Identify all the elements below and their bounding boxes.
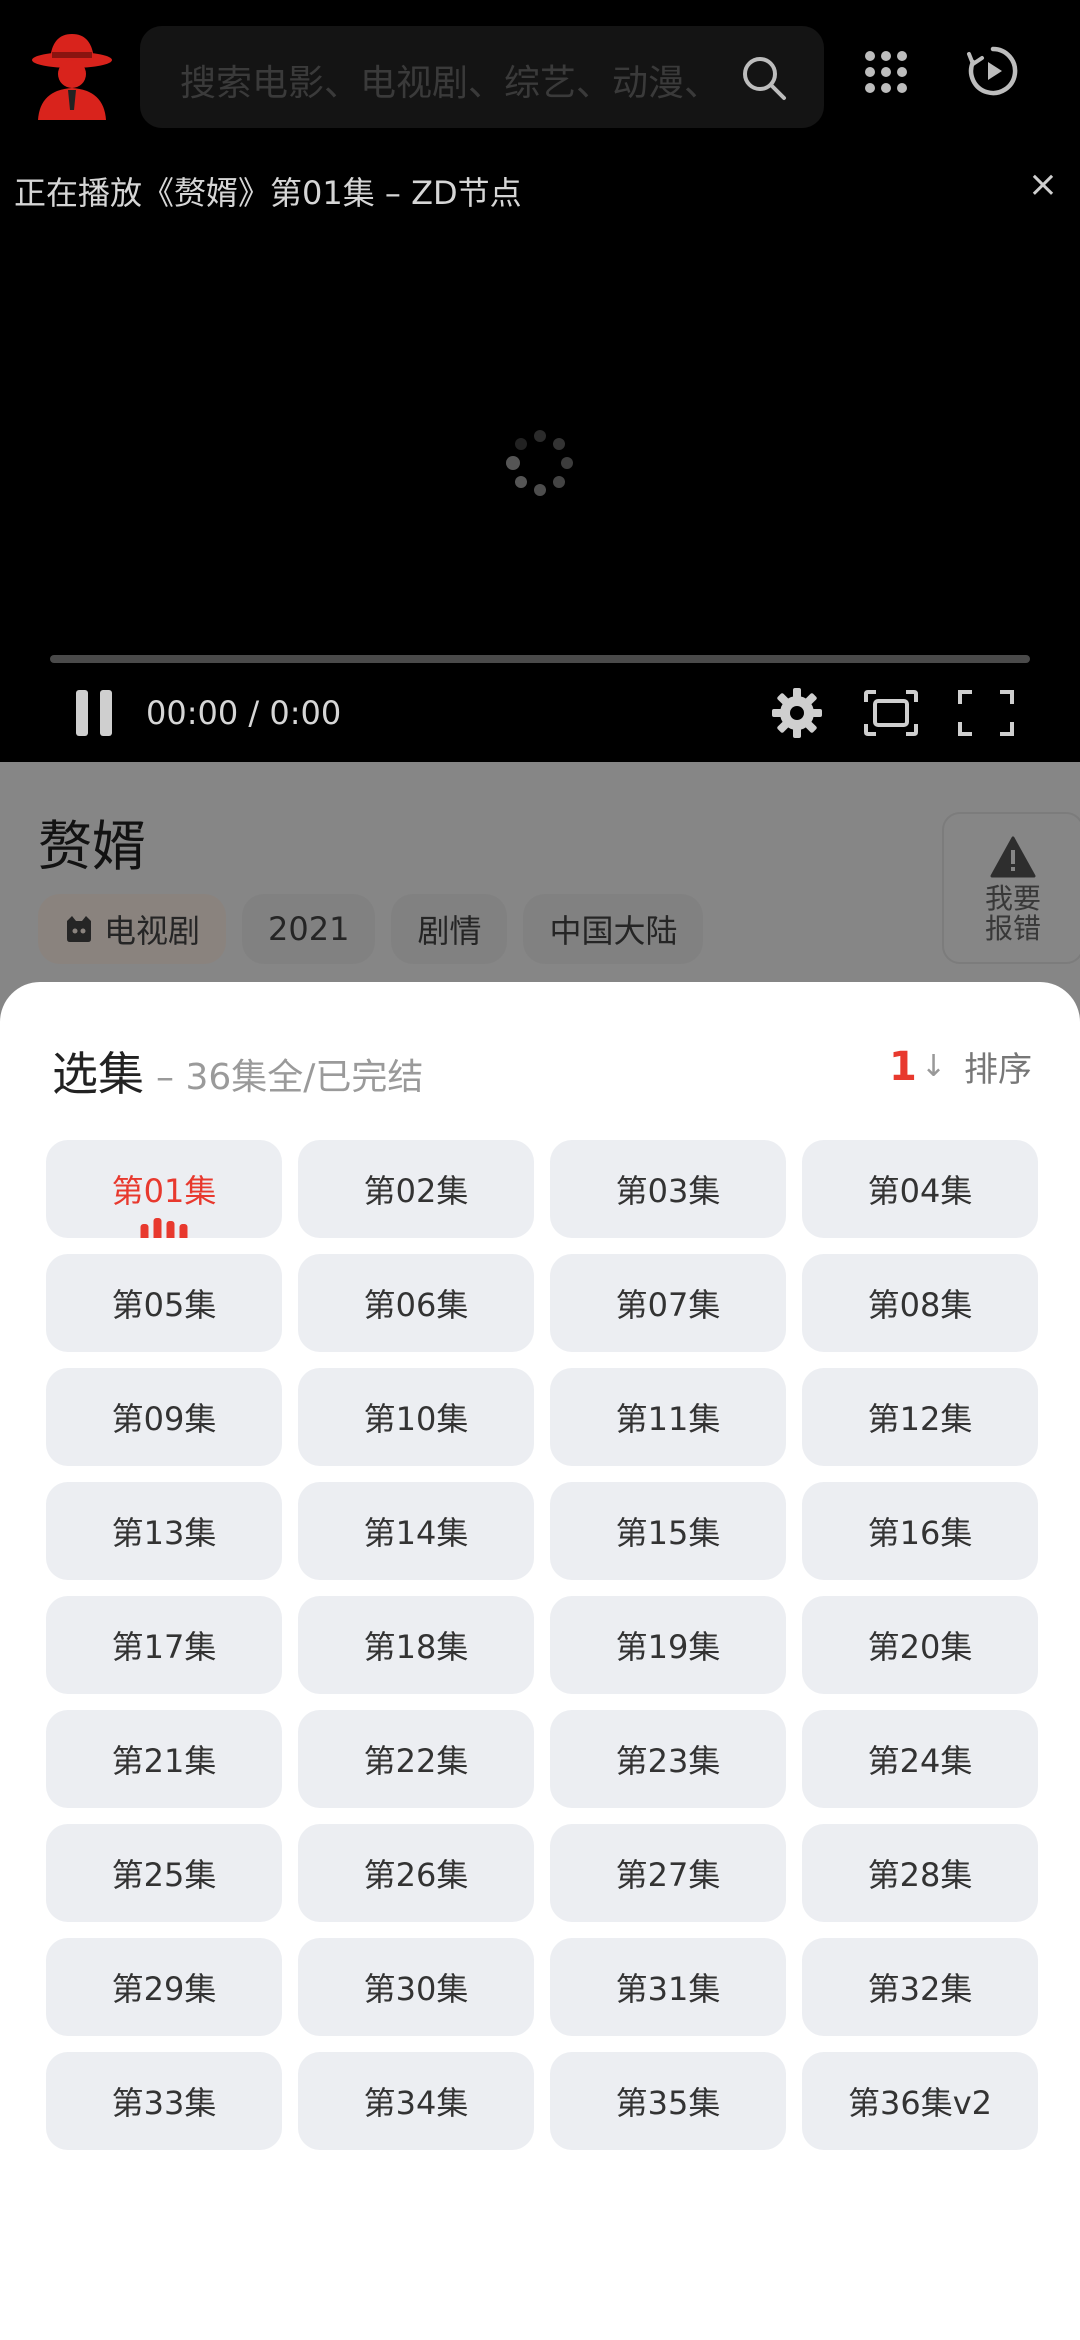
episode-button[interactable]: 第27集: [550, 1824, 786, 1922]
episode-button[interactable]: 第05集: [46, 1254, 282, 1352]
episode-label: 第13集: [111, 1514, 217, 1552]
sort-label: 排序: [964, 1050, 1032, 1090]
episode-label: 第32集: [867, 1970, 973, 2008]
play-history-icon[interactable]: [966, 44, 1020, 98]
episode-label: 第03集: [615, 1172, 721, 1210]
episode-button[interactable]: 第09集: [46, 1368, 282, 1466]
episode-button[interactable]: 第10集: [298, 1368, 534, 1466]
gear-icon[interactable]: [770, 686, 824, 740]
episode-label: 第35集: [615, 2084, 721, 2122]
episode-label: 第11集: [615, 1400, 721, 1438]
episode-label: 第18集: [363, 1628, 469, 1666]
episode-button[interactable]: 第03集: [550, 1140, 786, 1238]
episode-label: 第26集: [363, 1856, 469, 1894]
episode-label: 第20集: [867, 1628, 973, 1666]
episode-button[interactable]: 第25集: [46, 1824, 282, 1922]
episode-button[interactable]: 第18集: [298, 1596, 534, 1694]
episode-button[interactable]: 第35集: [550, 2052, 786, 2150]
episode-button[interactable]: 第01集: [46, 1140, 282, 1238]
episode-button[interactable]: 第34集: [298, 2052, 534, 2150]
episode-button[interactable]: 第07集: [550, 1254, 786, 1352]
episode-button[interactable]: 第16集: [802, 1482, 1038, 1580]
episode-button[interactable]: 第17集: [46, 1596, 282, 1694]
episode-label: 第33集: [111, 2084, 217, 2122]
episode-button[interactable]: 第23集: [550, 1710, 786, 1808]
grid-dots-icon[interactable]: [862, 48, 910, 96]
episode-label: 第21集: [111, 1742, 217, 1780]
episode-label: 第30集: [363, 1970, 469, 2008]
episode-label: 第23集: [615, 1742, 721, 1780]
episode-label: 第19集: [615, 1628, 721, 1666]
search-input[interactable]: 搜索电影、电视剧、综艺、动漫、: [180, 54, 740, 106]
episode-label: 第12集: [867, 1400, 973, 1438]
episode-label: 第04集: [867, 1172, 973, 1210]
episode-label: 第22集: [363, 1742, 469, 1780]
episode-button[interactable]: 第21集: [46, 1710, 282, 1808]
episode-label: 第31集: [615, 1970, 721, 2008]
episode-button[interactable]: 第28集: [802, 1824, 1038, 1922]
episode-label: 第14集: [363, 1514, 469, 1552]
episode-label: 第27集: [615, 1856, 721, 1894]
sheet-title: 选集: [52, 1047, 144, 1101]
episode-label: 第36集v2: [847, 2084, 993, 2122]
sort-order-number: 1: [889, 1043, 917, 1090]
episode-button[interactable]: 第12集: [802, 1368, 1038, 1466]
episode-button[interactable]: 第13集: [46, 1482, 282, 1580]
episode-label: 第29集: [111, 1970, 217, 2008]
red-hat-agent-logo-icon[interactable]: [30, 30, 114, 120]
episode-button[interactable]: 第32集: [802, 1938, 1038, 2036]
episode-button[interactable]: 第04集: [802, 1140, 1038, 1238]
loading-spinner-icon: [506, 430, 573, 496]
episode-button[interactable]: 第11集: [550, 1368, 786, 1466]
episode-label: 第15集: [615, 1514, 721, 1552]
episode-label: 第25集: [111, 1856, 217, 1894]
episode-button[interactable]: 第06集: [298, 1254, 534, 1352]
episode-label: 第34集: [363, 2084, 469, 2122]
video-player[interactable]: 正在播放《赘婿》第01集 – ZD节点 × 00:00 / 0:00: [0, 150, 1080, 762]
sort-button[interactable]: 1 ↓ 排序: [889, 1042, 1032, 1091]
episode-label: 第08集: [867, 1286, 973, 1324]
episode-button[interactable]: 第20集: [802, 1596, 1038, 1694]
episode-label: 第09集: [111, 1400, 217, 1438]
episode-button[interactable]: 第33集: [46, 2052, 282, 2150]
search-bar[interactable]: 搜索电影、电视剧、综艺、动漫、: [140, 26, 824, 128]
episode-button[interactable]: 第22集: [298, 1710, 534, 1808]
episode-button[interactable]: 第31集: [550, 1938, 786, 2036]
close-icon[interactable]: ×: [1026, 167, 1060, 203]
picture-in-picture-icon[interactable]: [862, 688, 920, 738]
episode-button[interactable]: 第26集: [298, 1824, 534, 1922]
episode-label: 第06集: [363, 1286, 469, 1324]
episode-status: – 36集全/已完结: [156, 1057, 424, 1098]
search-icon[interactable]: [740, 54, 788, 102]
time-display: 00:00 / 0:00: [146, 694, 342, 732]
episode-button[interactable]: 第14集: [298, 1482, 534, 1580]
now-playing-bars-icon: [140, 1218, 188, 1238]
episode-label: 第05集: [111, 1286, 217, 1324]
episode-button[interactable]: 第24集: [802, 1710, 1038, 1808]
episode-button[interactable]: 第02集: [298, 1140, 534, 1238]
progress-bar[interactable]: [50, 655, 1030, 663]
episode-button[interactable]: 第08集: [802, 1254, 1038, 1352]
episode-grid: 第01集 第02集 第03集 第04集第05集 第06集 第07集 第08集第09集 第10集…: [46, 1140, 1038, 2150]
episode-button[interactable]: 第30集: [298, 1938, 534, 2036]
sort-arrow-icon: ↓: [920, 1049, 946, 1084]
pause-button[interactable]: [76, 690, 116, 736]
episode-label: 第16集: [867, 1514, 973, 1552]
episode-label: 第07集: [615, 1286, 721, 1324]
episode-label: 第28集: [867, 1856, 973, 1894]
episode-selector-sheet: 选集 – 36集全/已完结 1 ↓ 排序 第01集 第02集 第03集 第04集第05…: [0, 982, 1080, 2340]
episode-label: 第24集: [867, 1742, 973, 1780]
episode-label: 第17集: [111, 1628, 217, 1666]
top-header: 搜索电影、电视剧、综艺、动漫、: [0, 0, 1080, 150]
episode-button[interactable]: 第29集: [46, 1938, 282, 2036]
episode-button[interactable]: 第19集: [550, 1596, 786, 1694]
episode-button[interactable]: 第36集v2: [802, 2052, 1038, 2150]
episode-label: 第01集: [111, 1172, 217, 1210]
episode-label: 第10集: [363, 1400, 469, 1438]
episode-label: 第02集: [363, 1172, 469, 1210]
now-playing-text: 正在播放《赘婿》第01集 – ZD节点: [14, 174, 522, 212]
fullscreen-icon[interactable]: [956, 688, 1016, 738]
episode-button[interactable]: 第15集: [550, 1482, 786, 1580]
